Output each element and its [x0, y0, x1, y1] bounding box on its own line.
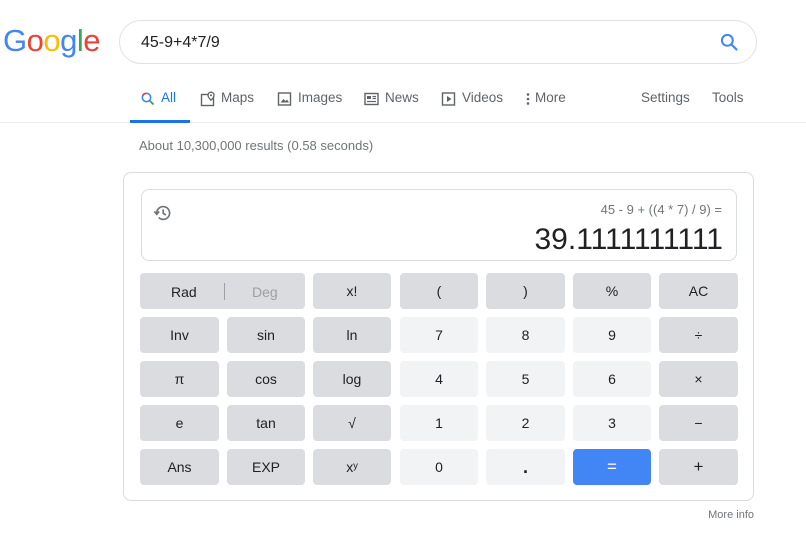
digit-3-key[interactable]: 3	[573, 405, 651, 441]
digit-6-key[interactable]: 6	[573, 361, 651, 397]
sin-key[interactable]: sin	[227, 317, 305, 353]
pi-key[interactable]: π	[140, 361, 219, 397]
tab-label: Images	[298, 90, 343, 105]
tab-videos[interactable]: Videos	[441, 90, 503, 122]
google-logo[interactable]: Google	[3, 23, 101, 59]
map-pin-icon	[200, 91, 215, 107]
tab-label: Videos	[462, 90, 504, 105]
multiply-key[interactable]: ×	[659, 361, 738, 397]
logo-letter: o	[43, 23, 61, 58]
tab-label: All	[161, 90, 177, 105]
factorial-key[interactable]: x!	[313, 273, 391, 309]
logo-letter: G	[3, 23, 27, 58]
power-key[interactable]: xʸ	[313, 449, 391, 485]
calculator-display: 45 - 9 + ((4 * 7) / 9) = 39.1111111111	[141, 189, 737, 261]
history-icon[interactable]	[152, 202, 174, 224]
digit-1-key[interactable]: 1	[400, 405, 478, 441]
rad-deg-toggle[interactable]: Rad Deg	[140, 273, 305, 309]
settings-link[interactable]: Settings	[641, 90, 690, 105]
all-clear-key[interactable]: AC	[659, 273, 738, 309]
tools-link[interactable]: Tools	[712, 90, 744, 105]
subtract-key[interactable]: −	[659, 405, 738, 441]
e-key[interactable]: e	[140, 405, 219, 441]
divide-key[interactable]: ÷	[659, 317, 738, 353]
search-icon	[141, 92, 155, 106]
inverse-key[interactable]: Inv	[140, 317, 219, 353]
digit-9-key[interactable]: 9	[573, 317, 651, 353]
answer-key[interactable]: Ans	[140, 449, 219, 485]
exp-key[interactable]: EXP	[227, 449, 305, 485]
tab-maps[interactable]: Maps	[200, 90, 254, 122]
digit-0-key[interactable]: 0	[400, 449, 478, 485]
tab-more[interactable]: More	[524, 90, 566, 122]
search-icon[interactable]	[719, 32, 739, 52]
log-key[interactable]: log	[313, 361, 391, 397]
tab-label: Maps	[221, 90, 255, 105]
digit-5-key[interactable]: 5	[486, 361, 565, 397]
news-icon	[364, 92, 379, 106]
calculator-card: 45 - 9 + ((4 * 7) / 9) = 39.1111111111 R…	[123, 172, 754, 501]
image-icon	[277, 92, 292, 106]
digit-4-key[interactable]: 4	[400, 361, 478, 397]
logo-letter: o	[26, 23, 44, 58]
ln-key[interactable]: ln	[313, 317, 391, 353]
tab-all[interactable]: All	[129, 90, 191, 123]
digit-8-key[interactable]: 8	[486, 317, 565, 353]
search-input[interactable]: 45-9+4*7/9	[141, 34, 220, 52]
search-box[interactable]: 45-9+4*7/9	[119, 20, 757, 64]
more-vert-icon	[526, 93, 530, 105]
deg-label[interactable]: Deg	[252, 284, 278, 300]
equals-key[interactable]: =	[573, 449, 651, 485]
video-icon	[441, 92, 456, 106]
close-paren-key[interactable]: )	[486, 273, 565, 309]
calculator-expression: 45 - 9 + ((4 * 7) / 9) =	[600, 202, 722, 217]
search-nav: All Maps Images News Videos More Setting…	[0, 90, 806, 123]
tab-news[interactable]: News	[364, 90, 419, 122]
cos-key[interactable]: cos	[227, 361, 305, 397]
logo-letter: g	[60, 23, 77, 58]
open-paren-key[interactable]: (	[400, 273, 478, 309]
percent-key[interactable]: %	[573, 273, 651, 309]
rad-label[interactable]: Rad	[171, 284, 197, 300]
digit-2-key[interactable]: 2	[486, 405, 565, 441]
result-stats: About 10,300,000 results (0.58 seconds)	[139, 138, 374, 153]
logo-letter: e	[83, 23, 101, 58]
tab-images[interactable]: Images	[277, 90, 342, 122]
add-key[interactable]: +	[659, 449, 738, 485]
calculator-result: 39.1111111111	[534, 223, 723, 256]
sqrt-key[interactable]: √	[313, 405, 391, 441]
digit-7-key[interactable]: 7	[400, 317, 478, 353]
more-info-link[interactable]: More info	[708, 509, 754, 521]
decimal-key[interactable]: .	[486, 449, 565, 485]
tab-label: News	[385, 90, 419, 105]
toggle-divider	[224, 283, 225, 300]
tab-label: More	[535, 90, 566, 105]
tan-key[interactable]: tan	[227, 405, 305, 441]
